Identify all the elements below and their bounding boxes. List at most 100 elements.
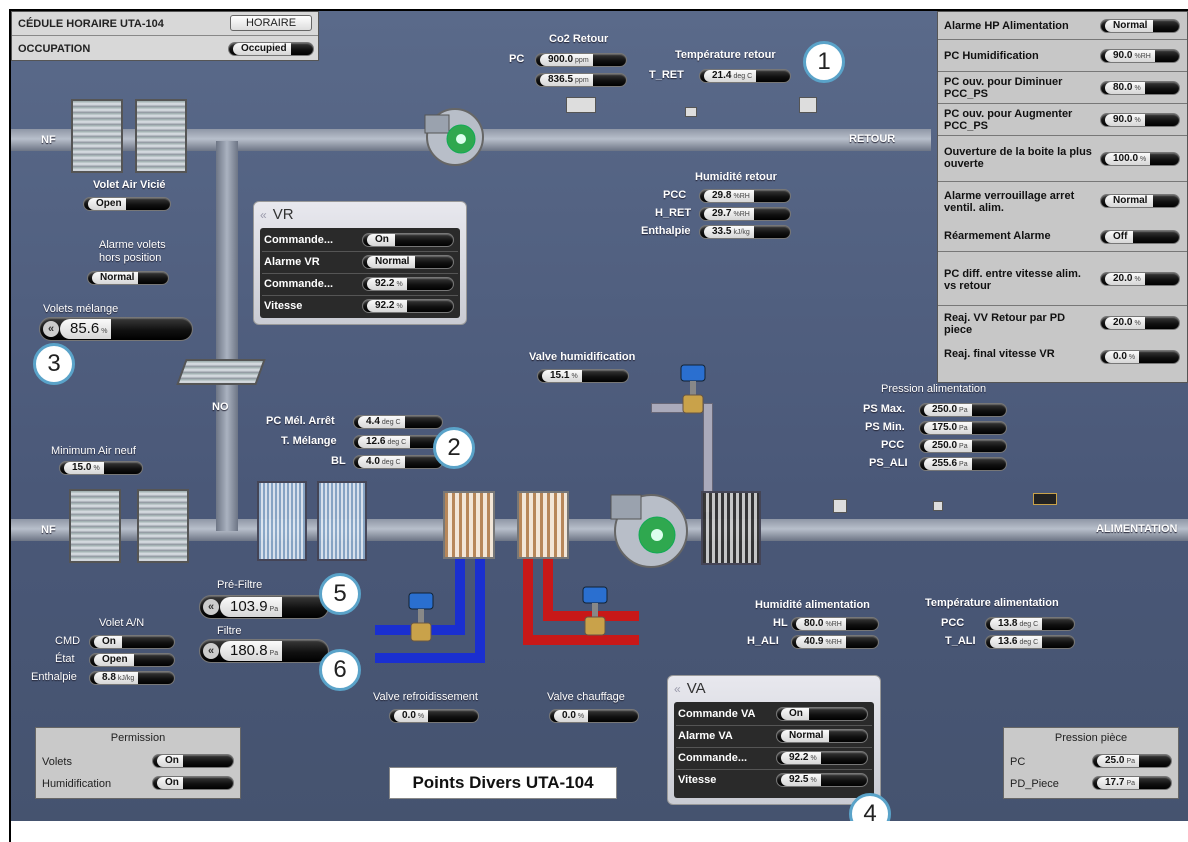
alimentation-label: ALIMENTATION: [1096, 523, 1178, 535]
pression-alim-value[interactable]: 250.0 Pa: [919, 439, 1007, 453]
alarme-volets-value[interactable]: Normal: [87, 271, 169, 285]
temp-alim-value[interactable]: 13.8 deg C: [985, 617, 1075, 631]
volet-an-value[interactable]: Open: [89, 653, 175, 667]
va-title: VA: [686, 680, 706, 697]
valve-refroid-title: Valve refroidissement: [373, 691, 478, 703]
permission-value[interactable]: On: [152, 776, 234, 790]
settings-value[interactable]: 0.0%: [1100, 350, 1180, 364]
volets-melange-value[interactable]: « 85.6%: [39, 317, 193, 341]
pression-piece-title: Pression pièce: [1054, 732, 1128, 744]
va-value[interactable]: 92.5%: [776, 773, 868, 787]
occupation-value[interactable]: Occupied: [228, 42, 314, 56]
final-filter-icon: [701, 491, 761, 565]
expand-icon[interactable]: «: [43, 321, 59, 337]
volet-vicie-title: Volet Air Vicié: [93, 179, 166, 191]
settings-value[interactable]: 90.0 %RH: [1100, 49, 1180, 63]
va-value[interactable]: 92.2%: [776, 751, 868, 765]
va-row: Vitesse 92.5%: [676, 770, 872, 792]
mixing-duct: [216, 141, 238, 531]
pression-alim-value[interactable]: 255.6 Pa: [919, 457, 1007, 471]
settings-value[interactable]: Off: [1100, 230, 1180, 244]
min-air-value[interactable]: 15.0%: [59, 461, 143, 475]
vr-value[interactable]: On: [362, 233, 454, 247]
pression-alim-value[interactable]: 175.0 Pa: [919, 421, 1007, 435]
temp-alim-title: Température alimentation: [925, 597, 1059, 609]
settings-panel: Alarme HP Alimentation Normal PC Humidifi…: [937, 11, 1188, 383]
humid-retour-value[interactable]: 29.7 %RH: [699, 207, 791, 221]
vr-title: VR: [272, 206, 294, 223]
valve-chauff-title: Valve chauffage: [547, 691, 625, 703]
humid-sensor-icon: [799, 97, 817, 113]
pression-piece-value[interactable]: 25.0 Pa: [1092, 754, 1172, 768]
settings-row: PC ouv. pour Augmenter PCC_PS 90.0%: [938, 104, 1187, 136]
vr-value[interactable]: 92.2%: [362, 299, 454, 313]
pression-piece-value[interactable]: 17.7 Pa: [1092, 776, 1172, 790]
volet-an-value[interactable]: On: [89, 635, 175, 649]
permission-value[interactable]: On: [152, 754, 234, 768]
co2-pc-value[interactable]: 900.0 ppm: [535, 53, 627, 67]
volet-an-value[interactable]: 8.8 kJ/kg: [89, 671, 175, 685]
co2-value[interactable]: 836.5 ppm: [535, 73, 627, 87]
melange-value[interactable]: 4.4 deg C: [353, 415, 443, 429]
settings-row: PC ouv. pour Diminuer PCC_PS 80.0%: [938, 72, 1187, 104]
exhaust-damper-1: [71, 99, 123, 173]
permission-label: Volets: [42, 756, 72, 768]
horaire-button[interactable]: HORAIRE: [230, 15, 312, 31]
volet-an-title: Volet A/N: [99, 617, 145, 629]
permission-label: Humidification: [42, 778, 112, 790]
pression-piece-panel: Pression pièce PC 25.0 Pa PD_Piece 17.7 Pa: [1003, 727, 1179, 799]
humid-retour-value[interactable]: 33.5 kJ/kg: [699, 225, 791, 239]
va-value[interactable]: On: [776, 707, 868, 721]
va-row: Commande... 92.2%: [676, 748, 872, 770]
valve-chauff-value[interactable]: 0.0%: [549, 709, 639, 723]
callout-6: 6: [319, 649, 361, 691]
settings-value[interactable]: 100.0%: [1100, 152, 1180, 166]
pression-alim-value[interactable]: 250.0 Pa: [919, 403, 1007, 417]
humid-retour-label: PCC: [663, 189, 687, 201]
settings-value[interactable]: 20.0%: [1100, 272, 1180, 286]
expand-icon[interactable]: «: [203, 599, 219, 615]
humid-alim-value[interactable]: 40.9 %RH: [791, 635, 879, 649]
pression-piece-label: PD_Piece: [1010, 778, 1059, 790]
temp-alim-value[interactable]: 13.6 deg C: [985, 635, 1075, 649]
points-divers-button[interactable]: Points Divers UTA-104: [389, 767, 617, 799]
valve-humid-title: Valve humidification: [529, 351, 636, 363]
retour-label: RETOUR: [849, 133, 896, 145]
occupation-row: OCCUPATION Occupied: [12, 37, 318, 61]
prefiltre-title: Pré-Filtre: [217, 579, 263, 591]
expand-icon[interactable]: «: [203, 643, 219, 659]
collapse-icon[interactable]: «: [674, 682, 681, 696]
hvac-canvas: NF RETOUR NF ALIMENTATION NO CÉDULE HORA…: [11, 11, 1188, 821]
occupation-label: OCCUPATION: [18, 43, 91, 55]
temp-retour-value[interactable]: 21.4 deg C: [699, 69, 791, 83]
callout-3: 3: [33, 343, 75, 385]
humid-alim-title: Humidité alimentation: [755, 599, 870, 611]
permission-panel: Permission Volets On Humidification On: [35, 727, 241, 799]
cooling-coil-icon: [443, 491, 495, 559]
vr-panel: « VR Commande... On Alarme VR Normal Comman…: [253, 201, 467, 325]
volet-vicie-value[interactable]: Open: [83, 197, 171, 211]
humid-retour-label: Enthalpie: [641, 225, 691, 237]
temp-alim-label: T_ALI: [945, 635, 976, 647]
vr-value[interactable]: Normal: [362, 255, 454, 269]
va-value[interactable]: Normal: [776, 729, 868, 743]
melange-value[interactable]: 12.6 deg C: [353, 435, 443, 449]
settings-value[interactable]: Normal: [1100, 19, 1180, 33]
vr-value[interactable]: 92.2%: [362, 277, 454, 291]
melange-value[interactable]: 4.0 deg C: [353, 455, 443, 469]
valve-refroid-value[interactable]: 0.0%: [389, 709, 479, 723]
valve-humid-value[interactable]: 15.1%: [537, 369, 629, 383]
humid-retour-value[interactable]: 29.8 %RH: [699, 189, 791, 203]
humid-alim-value[interactable]: 80.0 %RH: [791, 617, 879, 631]
callout-2: 2: [433, 427, 475, 469]
settings-value[interactable]: 90.0%: [1100, 113, 1180, 127]
settings-value[interactable]: 20.0%: [1100, 316, 1180, 330]
settings-value[interactable]: Normal: [1100, 194, 1180, 208]
pression-alim-label: PCC: [881, 439, 905, 451]
heating-valve-icon: [582, 586, 608, 636]
filtre-value[interactable]: « 180.8 Pa: [199, 639, 329, 663]
collapse-icon[interactable]: «: [260, 208, 267, 222]
outdoor-damper-1: [69, 489, 121, 563]
prefiltre-value[interactable]: « 103.9 Pa: [199, 595, 329, 619]
settings-value[interactable]: 80.0%: [1100, 81, 1180, 95]
